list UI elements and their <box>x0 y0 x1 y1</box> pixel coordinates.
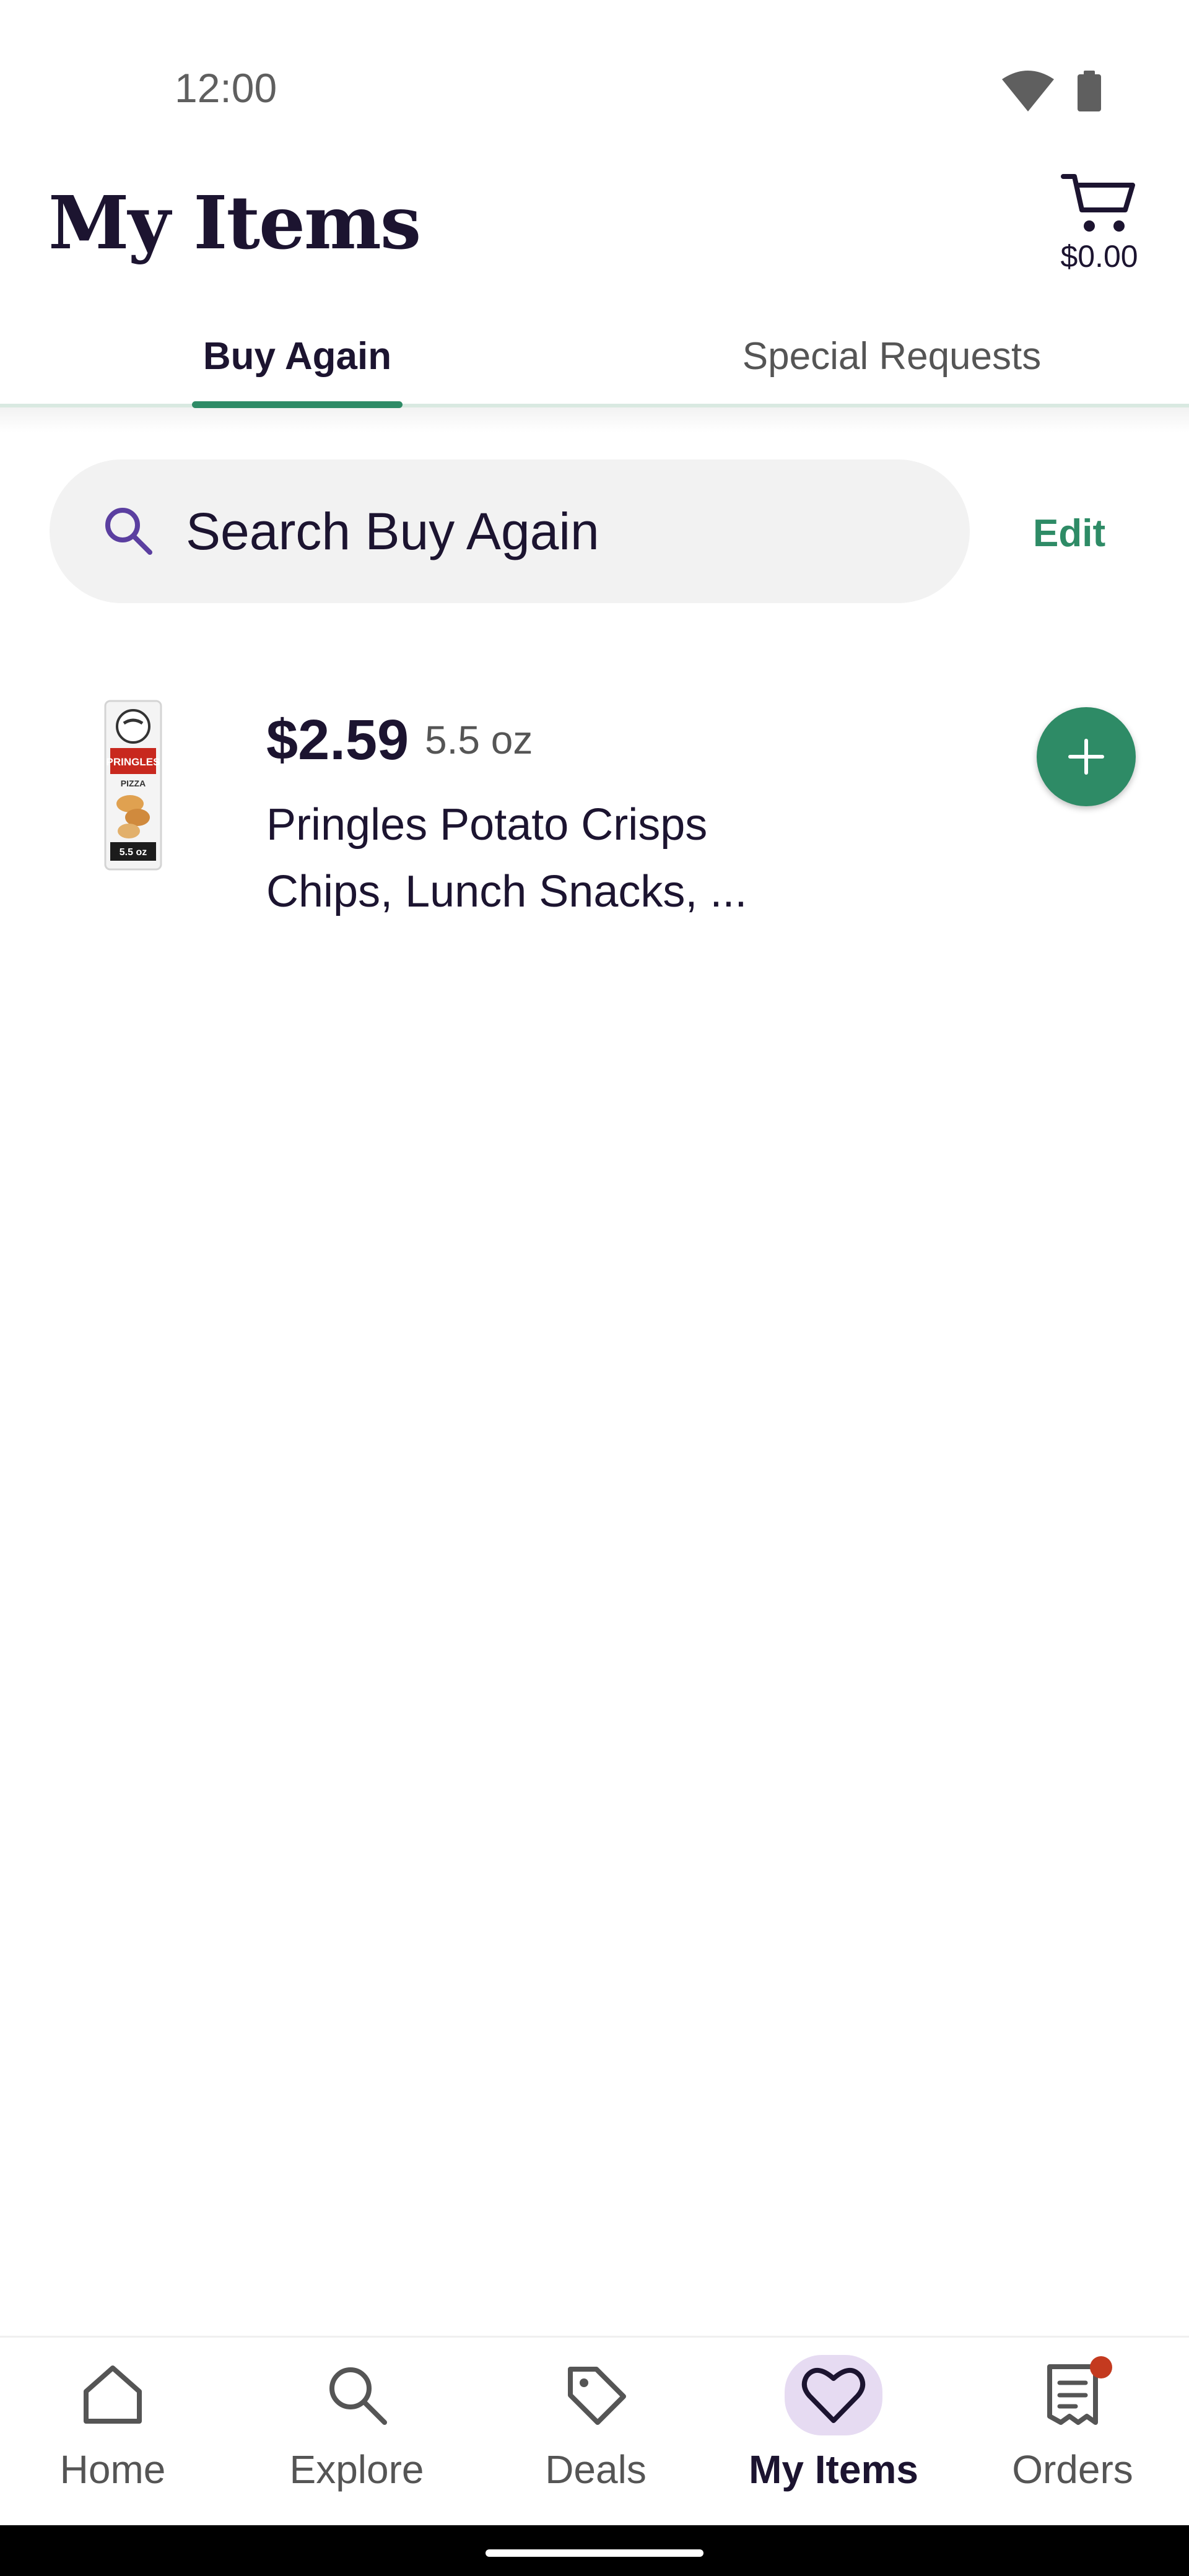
active-tab-indicator <box>192 401 403 408</box>
nav-deals[interactable]: Deals <box>481 2338 711 2527</box>
nav-my-items[interactable]: My Items <box>711 2338 956 2527</box>
search-bar[interactable] <box>50 459 970 603</box>
status-icons <box>1002 71 1101 111</box>
nav-label-deals: Deals <box>545 2447 647 2492</box>
heart-icon <box>801 2368 866 2423</box>
add-to-cart-button[interactable] <box>1037 707 1136 806</box>
product-size: 5.5 oz <box>425 718 533 762</box>
tab-bar: Buy Again Special Requests <box>0 322 1189 409</box>
edit-button[interactable]: Edit <box>1033 511 1105 555</box>
battery-icon <box>1078 71 1101 111</box>
gesture-handle[interactable] <box>486 2549 703 2557</box>
cart-total: $0.00 <box>1060 239 1138 274</box>
search-icon <box>329 2367 387 2425</box>
product-image[interactable]: PRINGLES PIZZA 5.5 oz <box>93 698 173 872</box>
nav-home[interactable]: Home <box>0 2338 225 2527</box>
tab-shadow <box>0 407 1189 432</box>
bottom-nav: Home Explore Deals My Items Orders <box>0 2336 1189 2527</box>
plus-icon <box>1068 739 1104 775</box>
search-icon <box>105 508 152 555</box>
tag-icon <box>568 2367 626 2425</box>
home-icon <box>84 2365 142 2424</box>
nav-orders[interactable]: Orders <box>956 2338 1189 2527</box>
product-image-brand: PRINGLES <box>107 756 160 768</box>
status-time: 12:00 <box>175 65 277 111</box>
search-input[interactable] <box>185 500 930 562</box>
nav-label-explore: Explore <box>289 2447 424 2492</box>
nav-label-my-items: My Items <box>749 2447 918 2492</box>
product-image-flavor: PIZZA <box>121 778 146 788</box>
nav-label-orders: Orders <box>1012 2447 1133 2492</box>
product-image-size: 5.5 oz <box>120 847 147 858</box>
nav-label-home: Home <box>59 2447 166 2492</box>
cart-button[interactable]: $0.00 <box>1053 170 1146 282</box>
nav-explore[interactable]: Explore <box>233 2338 481 2527</box>
tab-special-requests[interactable]: Special Requests <box>594 322 1189 409</box>
product-name[interactable]: Pringles Potato Crisps Chips, Lunch Snac… <box>266 791 824 925</box>
page-title: My Items <box>48 180 421 266</box>
tab-buy-again[interactable]: Buy Again <box>0 322 594 409</box>
product-price: $2.59 <box>266 708 409 772</box>
cart-icon <box>1061 174 1135 232</box>
orders-badge <box>1090 2356 1112 2378</box>
wifi-icon <box>1002 71 1054 111</box>
